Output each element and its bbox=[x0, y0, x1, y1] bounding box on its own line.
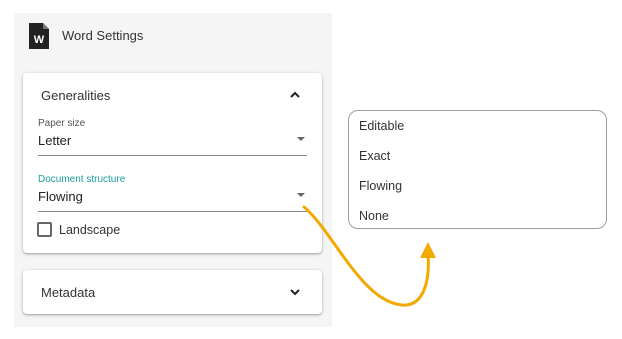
arrow-line bbox=[302, 205, 430, 307]
callout-arrow bbox=[302, 205, 436, 307]
arrow-head-icon bbox=[420, 242, 436, 258]
